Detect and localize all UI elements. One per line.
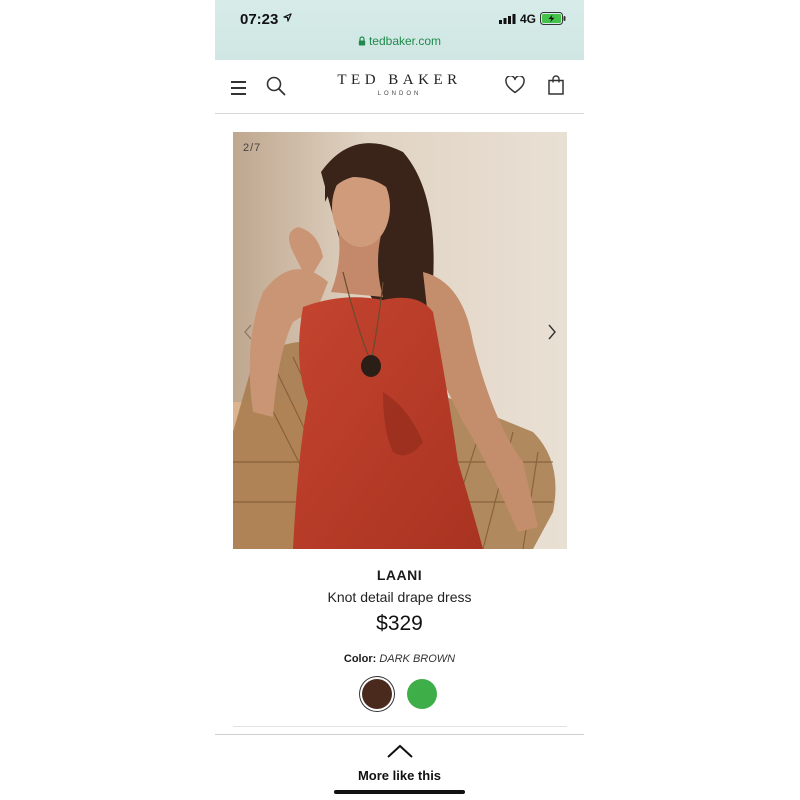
- brand-logo[interactable]: TED BAKER LONDON: [215, 72, 584, 97]
- image-counter: 2/7: [243, 142, 262, 154]
- chevron-left-icon[interactable]: [243, 324, 253, 340]
- brand-subtitle: LONDON: [377, 91, 422, 97]
- brand-name: TED BAKER: [337, 72, 462, 88]
- swatch-dark-brown[interactable]: [362, 679, 392, 709]
- location-arrow-icon: [283, 13, 292, 22]
- product-price: $329: [376, 612, 423, 635]
- product-description: Knot detail drape dress: [327, 589, 472, 605]
- swatch-green[interactable]: [407, 679, 437, 709]
- home-indicator[interactable]: [334, 790, 465, 794]
- status-time: 07:23: [240, 11, 279, 28]
- bag-icon[interactable]: [548, 75, 564, 95]
- phone-screen: 07:23 4G tedbaker.com TED BAKER LONDON 2…: [215, 0, 584, 800]
- color-selection-label: Color: DARK BROWN: [215, 653, 584, 665]
- battery-charging-icon: [540, 12, 566, 25]
- divider: [233, 726, 567, 727]
- network-type: 4G: [520, 12, 537, 26]
- site-header: TED BAKER LONDON: [215, 60, 584, 114]
- color-label: Color:: [343, 653, 377, 665]
- chevron-right-icon[interactable]: [547, 324, 557, 340]
- more-like-this-drawer[interactable]: More like this: [215, 734, 584, 800]
- product-photo: [233, 132, 567, 549]
- product-name: LAANI: [376, 567, 423, 583]
- chevron-up-icon[interactable]: [386, 743, 414, 759]
- heart-icon[interactable]: [505, 76, 525, 94]
- lock-icon: [358, 36, 366, 46]
- url-domain: tedbaker.com: [368, 34, 442, 48]
- product-image-gallery[interactable]: 2/7: [233, 132, 567, 549]
- more-like-this-button[interactable]: More like this: [215, 768, 584, 783]
- signal-strength-icon: [499, 14, 516, 24]
- browser-top-bar: 07:23 4G tedbaker.com: [215, 0, 584, 60]
- url-bar[interactable]: tedbaker.com: [215, 34, 584, 48]
- color-value: DARK BROWN: [379, 653, 456, 665]
